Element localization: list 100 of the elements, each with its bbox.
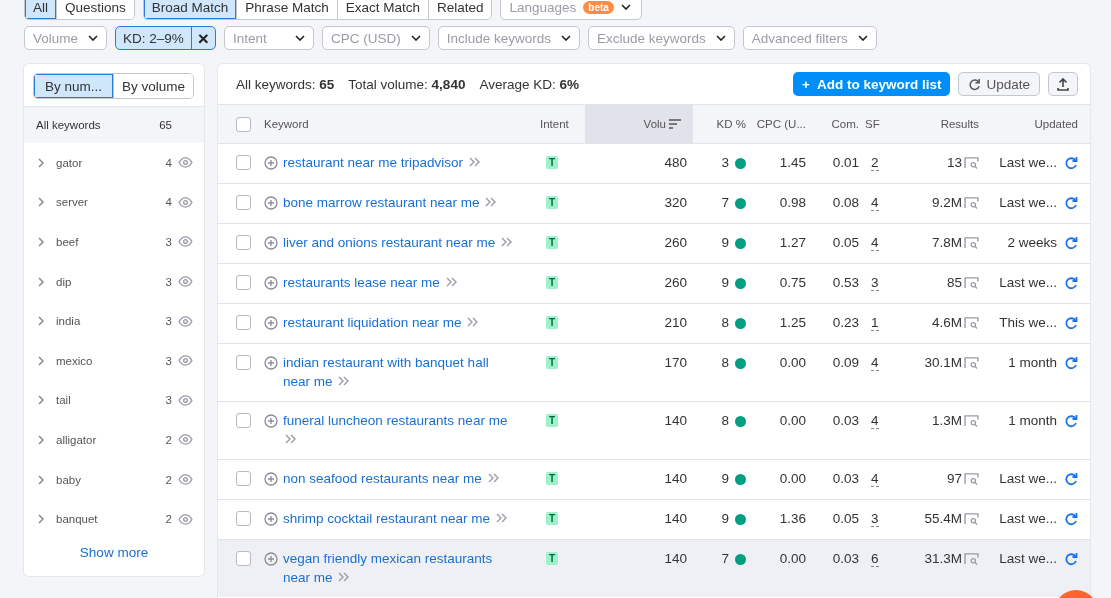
all-keywords-row[interactable]: All keywords 65	[24, 107, 204, 143]
refresh-icon[interactable]	[1064, 552, 1078, 566]
plus-circle-icon[interactable]	[264, 414, 278, 428]
column-header[interactable]: KD %	[716, 118, 746, 130]
keyword-link[interactable]: bone marrow restaurant near me	[283, 193, 498, 212]
plus-circle-icon[interactable]	[264, 356, 278, 370]
select-all-checkbox[interactable]	[235, 116, 251, 132]
double-chevron-icon[interactable]	[501, 237, 514, 247]
eye-icon[interactable]	[178, 196, 193, 208]
column-header[interactable]: Com.	[831, 118, 859, 130]
row-checkbox[interactable]	[235, 195, 251, 210]
table-row[interactable]: liver and onions restaurant near me T 260 9 1.27 0.05 4 7.8M 2 weeks	[218, 223, 1090, 263]
refresh-icon[interactable]	[1064, 472, 1078, 486]
row-checkbox[interactable]	[235, 315, 251, 330]
serp-features-link[interactable]: 3	[871, 511, 879, 527]
refresh-icon[interactable]	[1064, 356, 1078, 370]
refresh-icon[interactable]	[1064, 156, 1078, 170]
sort-tab[interactable]: By volume	[113, 74, 193, 98]
column-header[interactable]: SF	[865, 118, 880, 130]
group-label[interactable]: tail	[56, 394, 166, 407]
group-label[interactable]: dip	[56, 275, 166, 288]
serp-icon[interactable]	[964, 237, 979, 249]
double-chevron-icon[interactable]	[338, 572, 351, 582]
keyword-link[interactable]: restaurants lease near me	[283, 273, 458, 292]
serp-features-link[interactable]: 4	[871, 471, 879, 487]
column-header[interactable]: Intent	[540, 118, 569, 130]
plus-circle-icon[interactable]	[264, 276, 278, 290]
group-label[interactable]: india	[56, 315, 166, 328]
serp-features-link[interactable]: 4	[871, 413, 879, 429]
plus-circle-icon[interactable]	[264, 196, 278, 210]
eye-icon[interactable]	[178, 276, 193, 288]
chevron-right-icon[interactable]	[38, 157, 44, 168]
eye-icon[interactable]	[178, 157, 193, 169]
serp-features-link[interactable]: 2	[871, 155, 879, 171]
serp-icon[interactable]	[964, 157, 979, 169]
match-type-tab[interactable]: Questions	[56, 0, 134, 19]
plus-circle-icon[interactable]	[264, 236, 278, 250]
sort-tab[interactable]: By num...	[34, 74, 113, 98]
chevron-right-icon[interactable]	[38, 355, 44, 366]
chevron-right-icon[interactable]	[38, 276, 44, 287]
keyword-link[interactable]: vegan friendly mexican restaurants near me	[283, 549, 514, 587]
double-chevron-icon[interactable]	[485, 197, 498, 207]
serp-features-link[interactable]: 1	[871, 315, 879, 331]
column-header[interactable]: Volu	[643, 118, 666, 130]
eye-icon[interactable]	[178, 394, 193, 406]
table-row[interactable]: vegan friendly mexican restaurants near me T 140 7 0.00 0.03 6 31.3M Last we...	[218, 539, 1090, 597]
serp-icon[interactable]	[964, 197, 979, 209]
table-row[interactable]: non seafood restaurants near me T 140 9 0.00 0.03 4 97 Last we...	[218, 459, 1090, 499]
double-chevron-icon[interactable]	[467, 317, 480, 327]
group-label[interactable]: beef	[56, 236, 166, 248]
group-label[interactable]: banquet	[56, 513, 166, 526]
table-row[interactable]: restaurant liquidation near me T 210 8 1.25 0.23 1 4.6M This we...	[218, 303, 1090, 343]
plus-circle-icon[interactable]	[264, 552, 278, 566]
keyword-link[interactable]: shrimp cocktail restaurant near me	[283, 509, 508, 528]
plus-circle-icon[interactable]	[264, 472, 278, 486]
match-type-tab[interactable]: Broad Match	[143, 0, 237, 19]
chevron-right-icon[interactable]	[38, 434, 44, 445]
row-checkbox[interactable]	[235, 275, 251, 290]
serp-icon[interactable]	[964, 553, 979, 565]
serp-features-link[interactable]: 4	[871, 355, 879, 371]
serp-features-link[interactable]: 6	[871, 551, 879, 567]
double-chevron-icon[interactable]	[338, 376, 351, 386]
table-row[interactable]: bone marrow restaurant near me T 320 7 0.98 0.08 4 9.2M Last we...	[218, 183, 1090, 223]
refresh-icon[interactable]	[1064, 276, 1078, 290]
refresh-icon[interactable]	[1064, 236, 1078, 250]
row-checkbox[interactable]	[235, 235, 251, 250]
row-checkbox[interactable]	[235, 355, 251, 370]
refresh-icon[interactable]	[1064, 316, 1078, 330]
serp-icon[interactable]	[964, 277, 979, 289]
serp-features-link[interactable]: 4	[871, 235, 879, 251]
filter-chip[interactable]: KD: 2–9%	[116, 27, 191, 49]
export-button[interactable]	[1048, 72, 1078, 96]
keyword-link[interactable]: indian restaurant with banquet hall near me	[283, 353, 514, 391]
serp-icon[interactable]	[964, 357, 979, 369]
refresh-icon[interactable]	[1064, 196, 1078, 210]
eye-icon[interactable]	[178, 513, 193, 525]
update-button[interactable]: Update	[958, 72, 1040, 96]
row-checkbox[interactable]	[235, 511, 251, 526]
show-more-link[interactable]: Show more	[79, 544, 149, 560]
refresh-icon[interactable]	[1064, 512, 1078, 526]
row-checkbox[interactable]	[235, 413, 251, 428]
table-row[interactable]: restaurant near me tripadvisor T 480 3 1.45 0.01 2 13 Last we...	[218, 143, 1090, 183]
keyword-link[interactable]: liver and onions restaurant near me	[283, 233, 514, 252]
eye-icon[interactable]	[178, 315, 193, 327]
serp-icon[interactable]	[964, 473, 979, 485]
close-button[interactable]: ×	[190, 27, 215, 49]
eye-icon[interactable]	[178, 355, 193, 367]
match-type-tab[interactable]: All	[25, 0, 56, 19]
chevron-right-icon[interactable]	[38, 395, 44, 406]
chevron-right-icon[interactable]	[38, 316, 44, 327]
chevron-right-icon[interactable]	[38, 514, 44, 525]
plus-circle-icon[interactable]	[264, 316, 278, 330]
group-label[interactable]: alligator	[56, 433, 166, 446]
chevron-right-icon[interactable]	[38, 474, 44, 485]
eye-icon[interactable]	[178, 474, 193, 486]
match-type-tab[interactable]: Related	[427, 0, 492, 19]
chevron-right-icon[interactable]	[38, 197, 44, 208]
chevron-right-icon[interactable]	[38, 237, 44, 247]
double-chevron-icon[interactable]	[487, 473, 500, 483]
column-header[interactable]: Keyword	[264, 118, 309, 130]
